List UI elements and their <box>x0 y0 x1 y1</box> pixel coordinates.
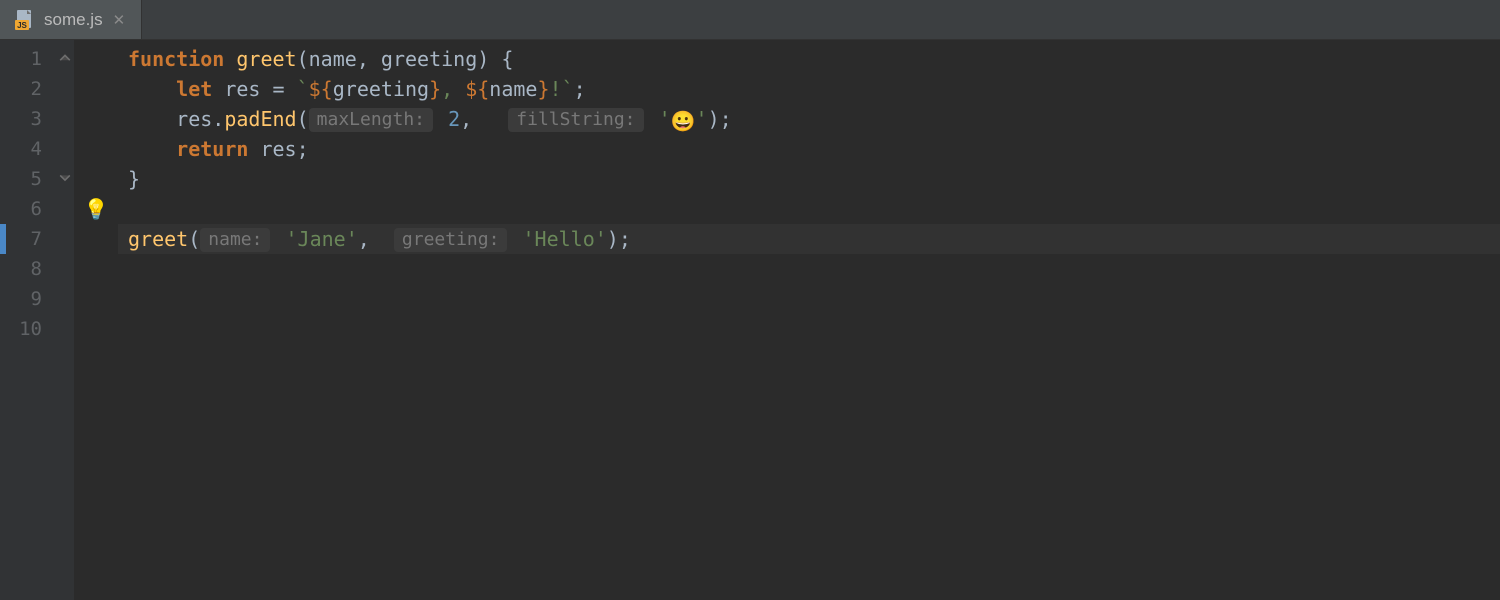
code-line[interactable] <box>118 254 1500 284</box>
variable: res <box>224 77 260 101</box>
line-number[interactable]: 3 <box>0 104 56 134</box>
fold-toggle-close-icon[interactable] <box>56 164 74 194</box>
tab-bar: JS some.js ✕ <box>0 0 1500 40</box>
fold-toggle-open-icon[interactable] <box>56 44 74 74</box>
parameter-hint: fillString: <box>508 108 643 132</box>
emoji-grin-icon: 😀 <box>671 109 696 133</box>
parameter-hint: name: <box>200 228 270 252</box>
keyword: function <box>128 47 224 71</box>
code-line[interactable] <box>118 314 1500 344</box>
file-tab[interactable]: JS some.js ✕ <box>0 0 142 39</box>
line-number[interactable]: 8 <box>0 254 56 284</box>
editor: 1 2 3 4 5 6 7 8 9 10 💡 <box>0 40 1500 600</box>
line-number-gutter: 1 2 3 4 5 6 7 8 9 10 <box>0 40 56 600</box>
number-literal: 2 <box>448 107 460 131</box>
line-number[interactable]: 4 <box>0 134 56 164</box>
line-number[interactable]: 1 <box>0 44 56 74</box>
parameter: greeting <box>381 47 477 71</box>
code-line[interactable]: let res = `${greeting}, ${name}!`; <box>118 74 1500 104</box>
string-literal: 'Jane' <box>286 227 358 251</box>
string-literal: 'Hello' <box>522 227 606 251</box>
line-number[interactable]: 5 <box>0 164 56 194</box>
lightbulb-icon[interactable]: 💡 <box>84 197 109 221</box>
function-call: greet <box>128 227 188 251</box>
line-number[interactable]: 9 <box>0 284 56 314</box>
code-area[interactable]: function greet(name, greeting) { let res… <box>118 40 1500 600</box>
code-line[interactable] <box>118 194 1500 224</box>
parameter-hint: greeting: <box>394 228 508 252</box>
line-number[interactable]: 6 <box>0 194 56 224</box>
code-line[interactable] <box>118 284 1500 314</box>
parameter-hint: maxLength: <box>309 108 433 132</box>
parameter: name <box>309 47 357 71</box>
method-name: padEnd <box>224 107 296 131</box>
code-line[interactable]: return res; <box>118 134 1500 164</box>
variable: res <box>176 107 212 131</box>
caret-line-marker <box>0 224 6 254</box>
close-icon[interactable]: ✕ <box>111 11 128 29</box>
line-number[interactable]: 10 <box>0 314 56 344</box>
keyword: return <box>176 137 248 161</box>
svg-text:JS: JS <box>17 21 27 30</box>
keyword: let <box>176 77 212 101</box>
code-line[interactable]: res.padEnd(maxLength: 2, fillString: '😀'… <box>118 104 1500 134</box>
fold-gutter <box>56 40 74 600</box>
variable: res <box>260 137 296 161</box>
annotation-gutter: 💡 <box>74 40 118 600</box>
code-line[interactable]: function greet(name, greeting) { <box>118 44 1500 74</box>
line-number[interactable]: 2 <box>0 74 56 104</box>
function-name: greet <box>236 47 296 71</box>
tab-filename: some.js <box>44 10 103 30</box>
code-line[interactable]: } <box>118 164 1500 194</box>
code-line-current[interactable]: greet(name: 'Jane', greeting: 'Hello'); <box>118 224 1500 254</box>
line-number[interactable]: 7 <box>0 224 56 254</box>
js-file-icon: JS <box>14 9 36 31</box>
